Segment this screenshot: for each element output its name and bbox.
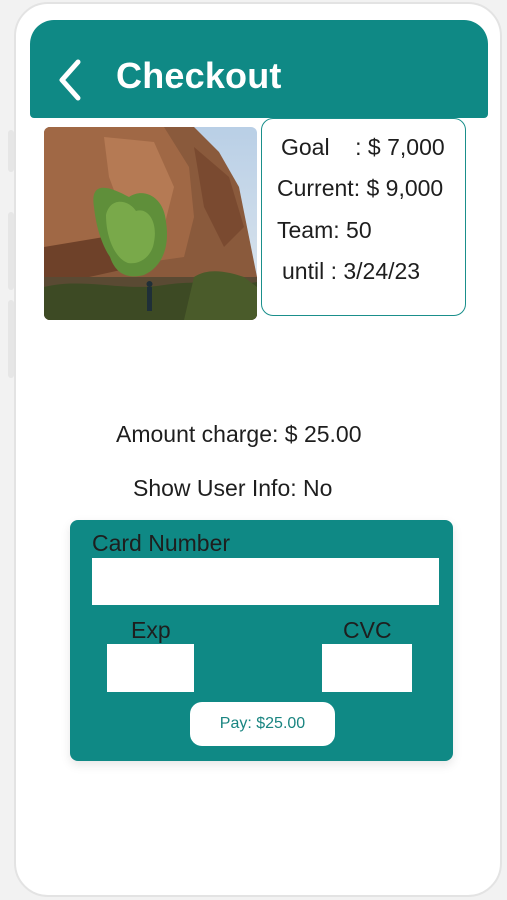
card-number-label: Card Number <box>92 530 231 556</box>
campaign-image <box>44 127 257 320</box>
stat-until: until : 3/24/23 <box>282 258 421 284</box>
show-user-info: Show User Info: No <box>133 475 333 501</box>
stat-current: Current: $ 9,000 <box>277 175 444 201</box>
stat-goal: Goal : $ 7,000 <box>281 134 445 160</box>
cvc-input[interactable] <box>322 644 412 692</box>
page-title: Checkout <box>116 55 282 96</box>
exp-label: Exp <box>131 617 171 643</box>
amount-charge: Amount charge: $ 25.00 <box>116 421 362 447</box>
stat-team: Team: 50 <box>277 217 372 243</box>
back-button[interactable] <box>50 54 90 106</box>
chevron-left-icon <box>59 59 81 101</box>
exp-input[interactable] <box>107 644 194 692</box>
card-number-input[interactable] <box>92 558 439 605</box>
cvc-label: CVC <box>343 617 392 643</box>
pay-button[interactable]: Pay: $25.00 <box>190 702 335 746</box>
